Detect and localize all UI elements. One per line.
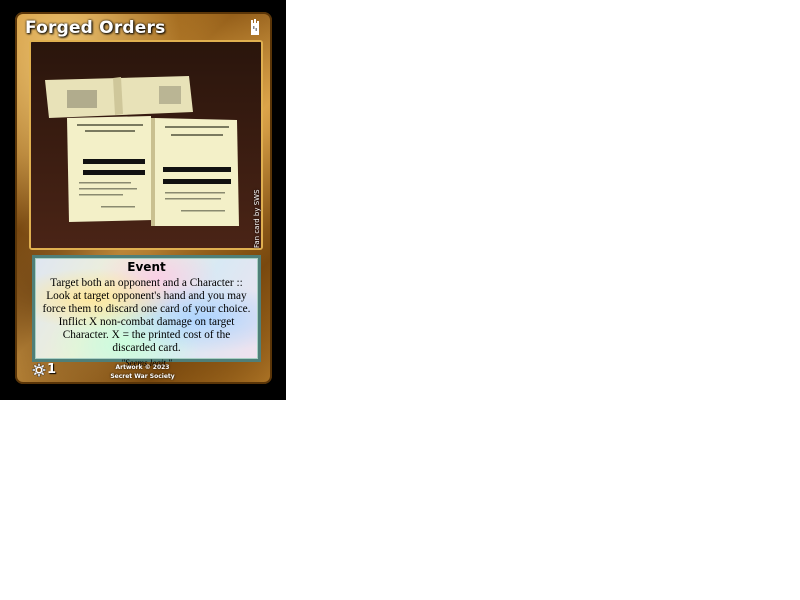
- card-type-line: Event: [127, 260, 166, 274]
- side-credit: Fan card by SWS: [253, 189, 261, 248]
- artwork-credit: Artwork © 2023 Secret War Society: [95, 363, 190, 381]
- card-text-box: Event Target both an opponent and a Char…: [32, 255, 261, 368]
- cost-value: 1: [47, 362, 57, 377]
- card-artwork: [29, 40, 263, 250]
- card-title: Forged Orders: [25, 18, 166, 38]
- artwork-credit-line-2: Secret War Society: [110, 373, 175, 380]
- game-card[interactable]: Forged Orders Fan card by SWS Event Targ…: [15, 12, 272, 384]
- tower-icon: [250, 19, 260, 35]
- gear-icon: [32, 362, 46, 377]
- documents-image: [31, 42, 261, 248]
- card-cost: 1: [32, 362, 56, 377]
- artwork-credit-line-1: Artwork © 2023: [115, 364, 170, 371]
- card-rules-text: Target both an opponent and a Character …: [42, 277, 251, 354]
- card-backdrop: Forged Orders Fan card by SWS Event Targ…: [0, 0, 286, 400]
